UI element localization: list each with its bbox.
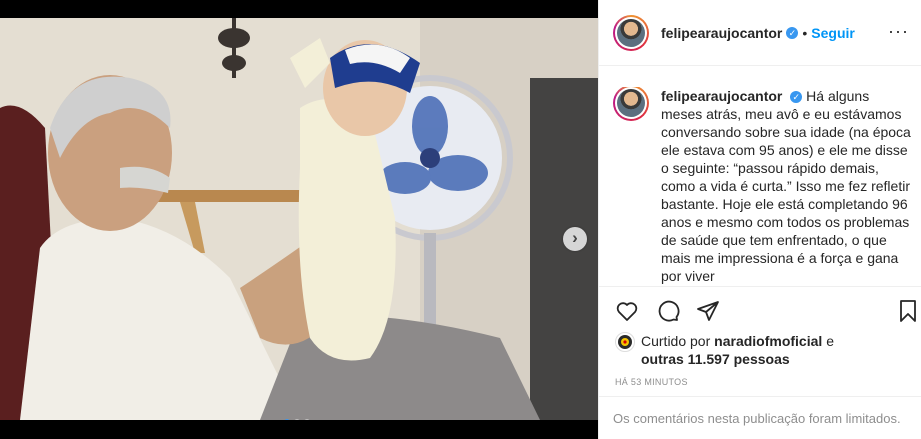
carousel-dot-active (284, 419, 290, 420)
photo-illustration (0, 18, 598, 420)
verified-badge-icon: ✓ (786, 26, 799, 39)
author-username[interactable]: felipearaujocantor (661, 25, 782, 41)
header-separator: • (802, 24, 808, 41)
paper-plane-icon[interactable] (696, 299, 720, 323)
caption-username[interactable]: felipearaujocantor (661, 88, 782, 104)
author-avatar[interactable] (613, 14, 649, 51)
likes-summary: Curtido por naradiofmoficial e outras 11… (615, 332, 834, 368)
comments-limited-notice: Os comentários nesta publicação foram li… (599, 396, 921, 439)
carousel-dot (304, 419, 310, 420)
post-header: felipearaujocantor ✓ • Seguir ··· (599, 0, 921, 66)
post-media-pane: › (0, 0, 598, 439)
carousel-indicator (284, 419, 310, 420)
caption-author-avatar[interactable] (613, 87, 649, 121)
post-sidebar: felipearaujocantor ✓ • Seguir ··· felipe… (598, 0, 921, 439)
heart-icon[interactable] (615, 299, 639, 323)
actions-section: Curtido por naradiofmoficial e outras 11… (599, 286, 921, 396)
caption-text-block: felipearaujocantor ✓ Há alguns meses atr… (661, 87, 911, 285)
follow-button[interactable]: Seguir (811, 25, 855, 41)
carousel-dot (294, 419, 300, 420)
more-options-icon[interactable]: ··· (888, 22, 909, 40)
comment-icon[interactable] (656, 299, 680, 323)
caption-area: felipearaujocantor ✓ Há alguns meses atr… (599, 87, 921, 286)
next-photo-button[interactable]: › (563, 227, 587, 251)
avatar-image (617, 18, 645, 47)
post-photo[interactable]: › (0, 18, 598, 420)
likes-conjunction: e (826, 333, 834, 349)
likes-others-link[interactable]: outras 11.597 pessoas (641, 351, 790, 367)
liker-username[interactable]: naradiofmoficial (714, 333, 822, 349)
verified-badge-icon: ✓ (790, 91, 803, 103)
bookmark-icon[interactable] (896, 299, 920, 323)
likes-prefix: Curtido por (641, 333, 711, 349)
liker-avatar[interactable] (615, 332, 635, 352)
radio-logo-icon (618, 335, 632, 349)
caption-body: Há alguns meses atrás, meu avô e eu está… (661, 88, 911, 284)
post-timestamp[interactable]: HÁ 53 MINUTOS (615, 377, 688, 387)
